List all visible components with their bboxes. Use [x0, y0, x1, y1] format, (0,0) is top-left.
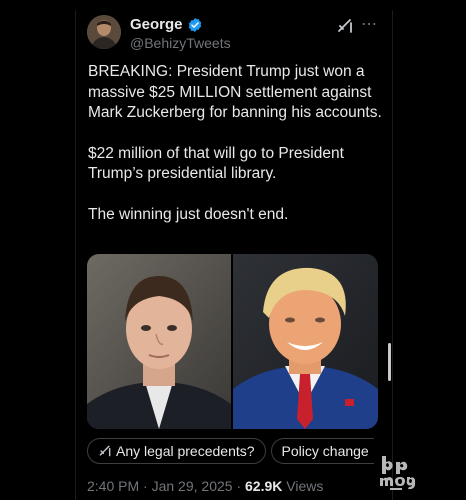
- grok-icon: [99, 445, 111, 457]
- author-name-row[interactable]: George: [130, 16, 203, 33]
- avatar[interactable]: [87, 15, 121, 49]
- post-media[interactable]: [87, 254, 378, 429]
- post-paragraph: The winning just doesn't end.: [88, 205, 289, 223]
- post-paragraph: BREAKING: President Trump just won a mas…: [88, 63, 382, 121]
- author-handle[interactable]: @BehizyTweets: [130, 35, 231, 51]
- post-text: BREAKING: President Trump just won a mas…: [88, 62, 388, 245]
- photo-left[interactable]: [87, 254, 231, 429]
- suggestion-chip-label: Any legal precedents?: [116, 443, 255, 459]
- screenshot-frame: George @BehizyTweets ⋯ BREAKING: Preside…: [0, 0, 466, 500]
- meta-separator: ·: [232, 478, 246, 494]
- suggestion-chips: Any legal precedents? Policy change: [87, 438, 374, 464]
- scrollbar[interactable]: [388, 343, 391, 381]
- views-count: 62.9K: [245, 478, 283, 494]
- photo-right[interactable]: [233, 254, 378, 429]
- post-paragraph: $22 million of that will go to President…: [88, 144, 344, 183]
- views-label: Views: [282, 478, 324, 494]
- grok-icon[interactable]: [336, 17, 354, 35]
- suggestion-chip-label: Policy change: [281, 443, 369, 459]
- post-date[interactable]: Jan 29, 2025: [152, 478, 233, 494]
- meta-separator: ·: [139, 478, 152, 494]
- suggestion-chip-legal-precedents[interactable]: Any legal precedents?: [87, 438, 266, 464]
- watermark-logo: [380, 456, 415, 490]
- verified-badge-icon: [188, 17, 201, 32]
- author-name[interactable]: George: [130, 16, 183, 33]
- suggestion-chip-policy-change[interactable]: Policy change: [270, 438, 374, 464]
- more-icon[interactable]: ⋯: [361, 14, 378, 34]
- post-meta: 2:40 PM · Jan 29, 2025 · 62.9K Views: [87, 478, 323, 494]
- post-time[interactable]: 2:40 PM: [87, 478, 139, 494]
